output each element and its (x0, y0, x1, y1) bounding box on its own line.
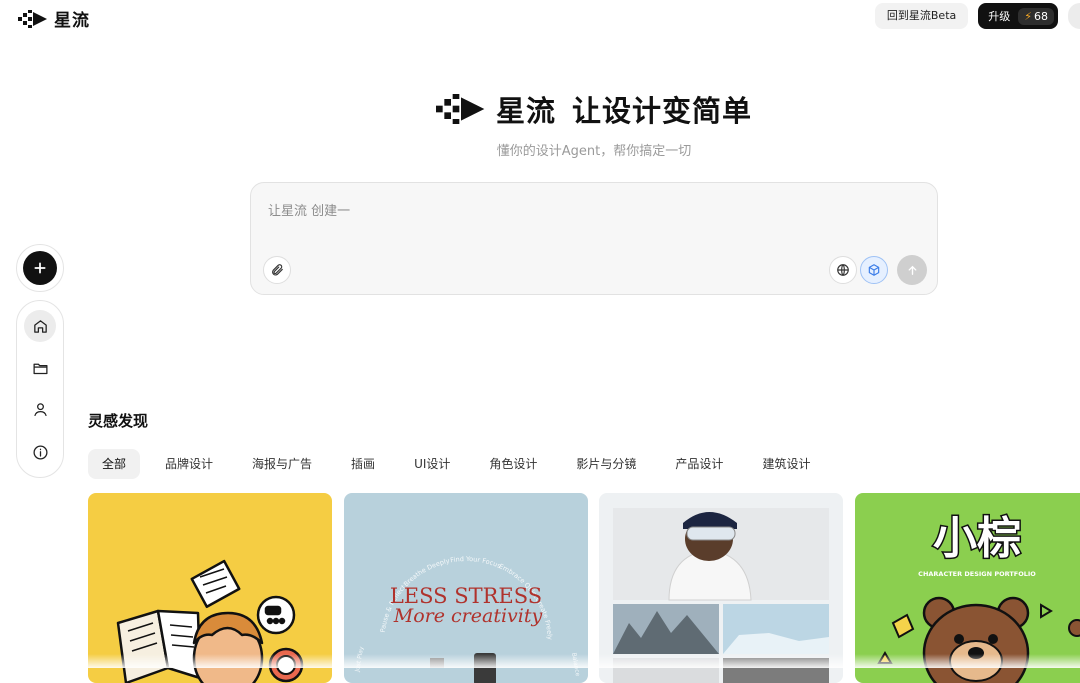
app-logo[interactable]: 星流 (18, 6, 90, 31)
tab-all[interactable]: 全部 (88, 449, 141, 479)
tab-ui-design[interactable]: UI设计 (400, 449, 464, 479)
inspiration-title: 灵感发现 (88, 412, 149, 430)
sidebar-item-profile[interactable] (24, 393, 56, 425)
back-to-beta-button[interactable]: 回到星流Beta (874, 3, 969, 29)
star-logo-icon (18, 9, 47, 28)
tab-illustration[interactable]: 插画 (337, 449, 389, 479)
character-subtitle: CHARACTER DESIGN PORTFOLIO (918, 570, 1036, 578)
hero-slogan: 让设计变简单 (572, 94, 753, 128)
info-icon (32, 444, 48, 460)
arrow-up-icon (908, 265, 916, 275)
folder-icon (32, 363, 48, 374)
new-project-button[interactable] (23, 251, 57, 285)
globe-icon (837, 264, 849, 276)
paperclip-icon (272, 264, 283, 276)
sidebar-item-about[interactable] (24, 436, 56, 468)
hero-subtitle: 懂你的设计Agent，帮你搞定一切 (496, 144, 692, 159)
tab-posters-ads[interactable]: 海报与广告 (238, 449, 326, 479)
avatar[interactable] (1068, 3, 1080, 29)
credits-badge: ⚡ 68 (1018, 7, 1054, 25)
web-search-button[interactable] (829, 256, 857, 284)
category-tabs: 全部 品牌设计 海报与广告 插画 UI设计 角色设计 影片与分镜 产品设计 建筑… (88, 449, 835, 479)
bottom-fade (0, 654, 1080, 668)
home-icon (33, 319, 47, 333)
character-title: 小棕 (933, 513, 1021, 564)
star-logo-icon (435, 94, 485, 124)
credits-count: 68 (1034, 9, 1048, 23)
tab-product-design[interactable]: 产品设计 (661, 449, 737, 479)
tab-brand-design[interactable]: 品牌设计 (151, 449, 227, 479)
hero-title: 星流 让设计变简单 (0, 88, 1080, 130)
sidebar (16, 300, 64, 478)
user-icon (33, 402, 47, 416)
plus-icon (34, 262, 46, 274)
poster-ring-text-3: Find Your Focus (450, 555, 503, 570)
cube-icon (868, 264, 880, 276)
poster-subline: More creativity (393, 605, 543, 627)
tab-film-storyboard[interactable]: 影片与分镜 (562, 449, 650, 479)
upgrade-button[interactable]: 升级 ⚡ 68 (978, 3, 1058, 29)
bolt-icon: ⚡ (1024, 9, 1032, 23)
svg-text:Find Your Focus: Find Your Focus (450, 555, 503, 570)
new-project-button-wrap (16, 244, 64, 292)
sidebar-item-home[interactable] (24, 310, 56, 342)
logo-text: 星流 (54, 11, 90, 31)
attach-button[interactable] (263, 256, 291, 284)
model-3d-button[interactable] (860, 256, 888, 284)
tab-architecture[interactable]: 建筑设计 (748, 449, 824, 479)
hero-brand: 星流 (495, 94, 556, 128)
send-button[interactable] (897, 255, 927, 285)
tab-character-design[interactable]: 角色设计 (475, 449, 551, 479)
sidebar-item-projects[interactable] (24, 352, 56, 384)
prompt-placeholder: 让星流 创建一 (268, 204, 351, 219)
upgrade-label: 升级 (988, 10, 1011, 23)
prompt-input[interactable]: 让星流 创建一 (250, 182, 938, 295)
